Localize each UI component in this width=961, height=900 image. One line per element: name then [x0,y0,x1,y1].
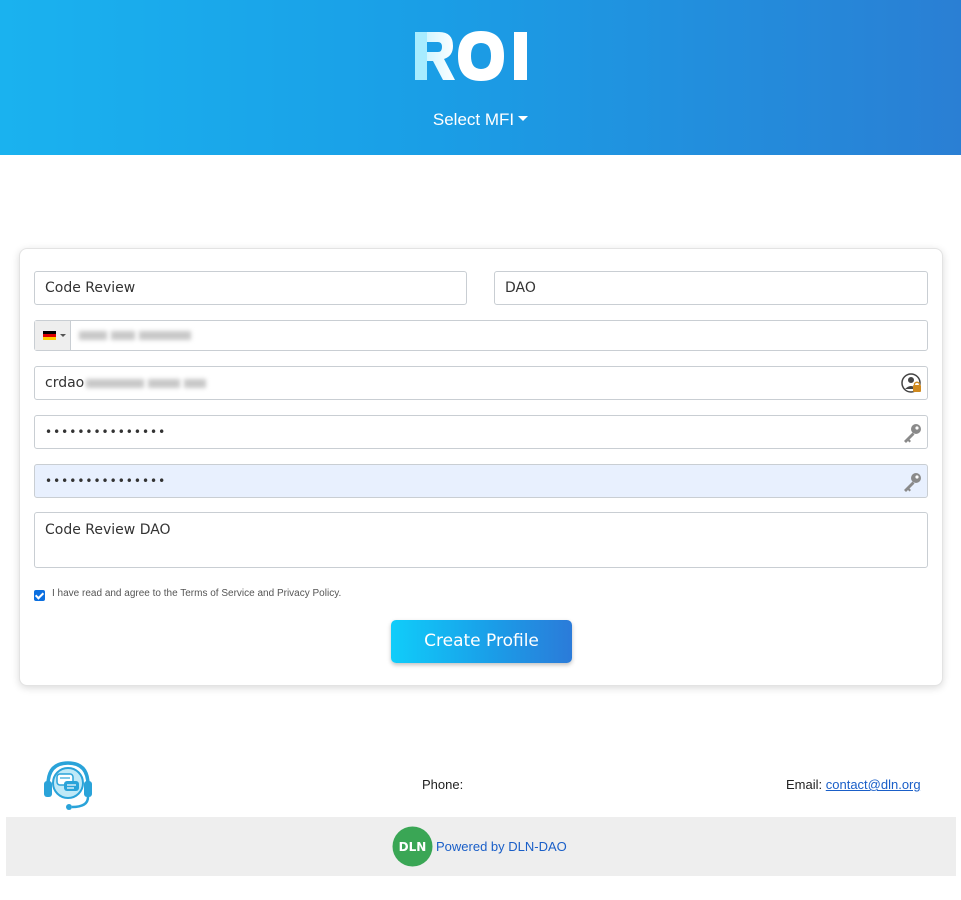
terms-label: I have read and agree to the Terms of Se… [52,588,342,599]
powered-by-link[interactable]: Powered by DLN-DAO [436,839,567,854]
last-name-input[interactable]: DAO [494,271,928,305]
description-textarea[interactable]: Code Review DAO [34,512,928,568]
phone-input[interactable] [34,320,928,351]
create-profile-button[interactable]: Create Profile [391,620,572,663]
confirm-password-input[interactable]: ••••••••••••••• [34,464,928,498]
dln-logo-text: DLN [399,840,427,854]
profile-form-card: Code Review DAO crdao ••••••••••••••• ••… [19,248,943,686]
support-chat-headset-icon [44,761,92,810]
header: Select MFI [0,0,961,155]
select-mfi-label: Select MFI [432,110,515,129]
country-selector[interactable] [35,321,71,350]
confirm-password-value: ••••••••••••••• [45,474,167,488]
email-redacted [86,367,210,399]
password-input[interactable]: ••••••••••••••• [34,415,928,449]
first-name-input[interactable]: Code Review [34,271,467,305]
email-input[interactable]: crdao [34,366,928,400]
footer-phone-label: Phone: [422,777,464,792]
roi-logo [415,31,527,81]
dln-logo-icon: DLN [392,826,433,867]
email-value: crdao [45,375,85,391]
footer-email-label: Email: [786,777,823,792]
checkbox-checked-icon[interactable] [34,590,45,601]
key-icon[interactable] [901,471,923,493]
user-lock-icon[interactable] [901,373,923,395]
powered-by-bar: DLN Powered by DLN-DAO [6,817,956,876]
caret-down-icon [518,116,529,122]
password-value: ••••••••••••••• [45,425,167,439]
phone-value-redacted [79,321,195,350]
caret-down-icon [60,334,66,337]
footer-email: Email: contact@dln.org [786,777,921,792]
key-icon[interactable] [901,422,923,444]
select-mfi-dropdown[interactable]: Select MFI [0,110,961,130]
germany-flag-icon [43,331,56,340]
footer-email-link[interactable]: contact@dln.org [826,777,921,792]
